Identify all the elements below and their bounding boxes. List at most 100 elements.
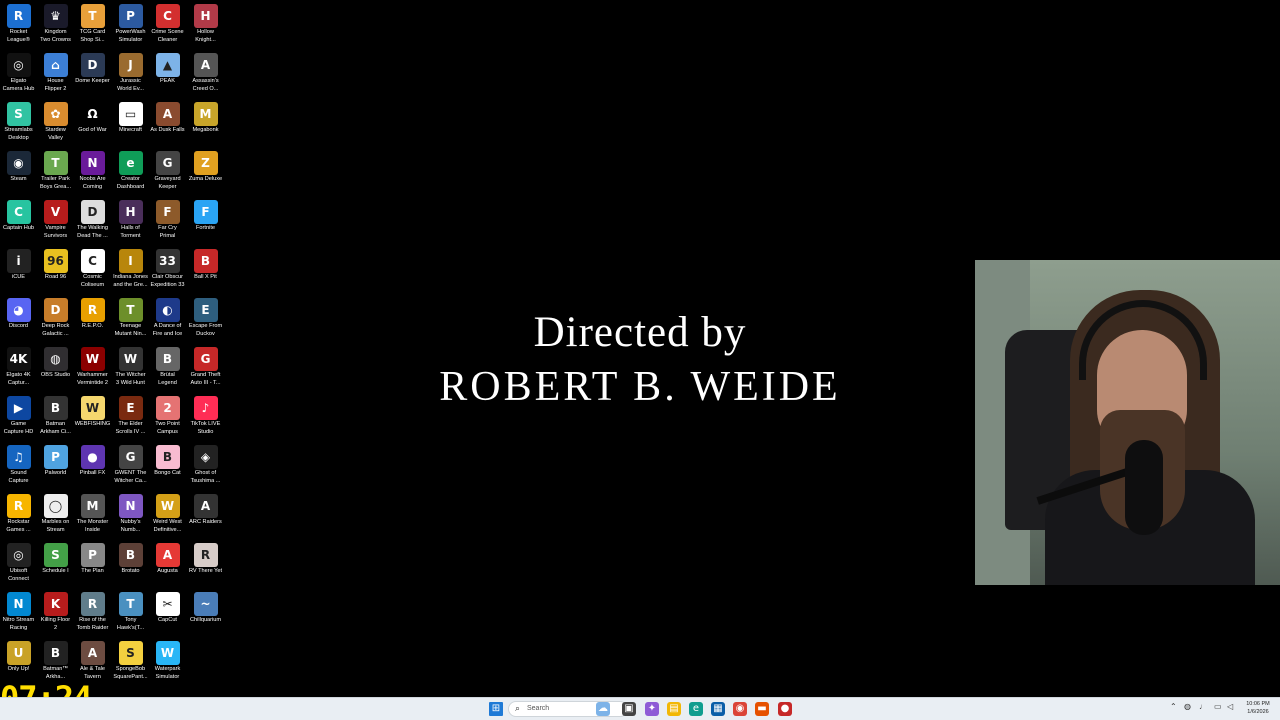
desktop-shortcut[interactable]: 2 Two Point Campus (149, 394, 186, 443)
desktop-shortcut[interactable]: 96 Road 96 (37, 247, 74, 296)
desktop-shortcut[interactable]: M The Monster Inside (74, 492, 111, 541)
file-explorer-icon[interactable]: ▤ (667, 702, 681, 716)
desktop-shortcut[interactable]: T TCG Card Shop Si... (74, 2, 111, 51)
volume-icon[interactable]: ◁ (1227, 702, 1233, 711)
desktop-shortcut[interactable]: Z Zuma Deluxe (187, 149, 224, 198)
desktop-shortcut[interactable]: 4K Elgato 4K Captur... (0, 345, 37, 394)
desktop-shortcut[interactable]: A Augusta (149, 541, 186, 590)
recording-app-icon[interactable]: ● (778, 702, 792, 716)
taskbar-clock[interactable]: 10:06 PM 1/6/2026 (1240, 700, 1276, 716)
desktop-shortcut[interactable]: S Schedule I (37, 541, 74, 590)
desktop-shortcut[interactable]: ♫ Sound Capture (0, 443, 37, 492)
desktop-shortcut[interactable]: V Vampire Survivors (37, 198, 74, 247)
desktop-shortcut[interactable]: ▭ Minecraft (112, 100, 149, 149)
desktop-shortcut[interactable]: R Rocket League® (0, 2, 37, 51)
desktop-shortcut[interactable]: C Cosmic Coliseum (74, 247, 111, 296)
desktop-shortcut[interactable]: ▶ Game Capture HD (0, 394, 37, 443)
desktop-shortcut[interactable]: S SpongeBob SquarePant... (112, 639, 149, 688)
desktop-shortcut[interactable]: W WEBFISHING (74, 394, 111, 443)
desktop-shortcut[interactable]: ◐ A Dance of Fire and Ice (149, 296, 186, 345)
chrome-browser-icon[interactable]: ◉ (733, 702, 747, 716)
desktop-shortcut[interactable]: ⌂ House Flipper 2 (37, 51, 74, 100)
weather-widget-icon[interactable]: ☁ (596, 702, 610, 716)
desktop-shortcut[interactable]: E Escape From Duckov (187, 296, 224, 345)
desktop-shortcut[interactable]: ◕ Discord (0, 296, 37, 345)
desktop-shortcut[interactable]: ▲ PEAK (149, 51, 186, 100)
desktop-shortcut[interactable]: 33 Clair Obscur Expedition 33 (149, 247, 186, 296)
desktop-shortcut[interactable]: M Megabonk (187, 100, 224, 149)
app-icon: M (193, 102, 218, 126)
desktop-shortcut[interactable]: H Halls of Torment (112, 198, 149, 247)
app-taskbar-icon[interactable]: ▬ (755, 702, 769, 716)
desktop-shortcut[interactable]: R Rockstar Games ... (0, 492, 37, 541)
desktop-shortcut[interactable]: ✿ Stardew Valley (37, 100, 74, 149)
desktop-shortcut[interactable]: K Killing Floor 2 (37, 590, 74, 639)
desktop-shortcut[interactable]: B Brütal Legend (149, 345, 186, 394)
task-view-icon[interactable]: ▣ (622, 702, 636, 716)
desktop-shortcut[interactable]: C Crime Scene Cleaner (149, 2, 186, 51)
desktop-shortcut[interactable]: N Nubby's Numb... (112, 492, 149, 541)
desktop-shortcut[interactable]: i iCUE (0, 247, 37, 296)
desktop-shortcut[interactable]: F Far Cry Primal (149, 198, 186, 247)
desktop-shortcut[interactable]: W Waterpark Simulator (149, 639, 186, 688)
desktop-shortcut[interactable]: ♪ TikTok LIVE Studio (187, 394, 224, 443)
microphone-tray-icon[interactable]: ♩ (1199, 702, 1207, 711)
desktop-shortcut[interactable]: W Warhammer Vermintide 2 (74, 345, 111, 394)
desktop-shortcut[interactable]: ✂ CapCut (149, 590, 186, 639)
desktop-shortcut[interactable]: E The Elder Scrolls IV ... (112, 394, 149, 443)
desktop-shortcut[interactable]: P The Plan (74, 541, 111, 590)
desktop-shortcut[interactable]: ~ Chillquarium (187, 590, 224, 639)
desktop-shortcut[interactable]: N Nitro Stream Racing (0, 590, 37, 639)
desktop-shortcut[interactable]: ♛ Kingdom Two Crowns (37, 2, 74, 51)
desktop-shortcut[interactable]: W The Witcher 3 Wild Hunt (112, 345, 149, 394)
desktop-shortcut[interactable]: F Fortnite (187, 198, 224, 247)
desktop-shortcut[interactable]: D Deep Rock Galactic ... (37, 296, 74, 345)
desktop-shortcut[interactable]: B Ball X Pit (187, 247, 224, 296)
desktop-shortcut[interactable]: ◯ Marbles on Stream (37, 492, 74, 541)
taskbar-search-input[interactable]: ⌕ Search (508, 701, 628, 717)
desktop-shortcut[interactable]: ◈ Ghost of Tsushima ... (187, 443, 224, 492)
desktop-shortcut[interactable]: Ω God of War (74, 100, 111, 149)
chevron-up-icon[interactable]: ⌃ (1170, 702, 1177, 711)
desktop-shortcut[interactable]: S Streamlabs Desktop (0, 100, 37, 149)
desktop-shortcut[interactable]: ● Pinball FX (74, 443, 111, 492)
desktop-shortcut[interactable]: A As Dusk Falls (149, 100, 186, 149)
desktop-shortcut[interactable]: G Grand Theft Auto III - T... (187, 345, 224, 394)
desktop-shortcut[interactable]: H Hollow Knight... (187, 2, 224, 51)
desktop-shortcut[interactable]: T Tony Hawk's(T... (112, 590, 149, 639)
edge-browser-icon[interactable]: e (689, 702, 703, 716)
desktop-shortcut[interactable]: A ARC Raiders (187, 492, 224, 541)
tray-app-icon[interactable]: ◍ (1184, 702, 1191, 711)
desktop-shortcut[interactable]: T Teenage Mutant Nin... (112, 296, 149, 345)
desktop-shortcut[interactable]: W Weird West Definitive... (149, 492, 186, 541)
desktop-shortcut[interactable]: D Dome Keeper (74, 51, 111, 100)
desktop-shortcut[interactable]: B Bongo Cat (149, 443, 186, 492)
desktop-shortcut[interactable]: J Jurassic World Ev... (112, 51, 149, 100)
desktop-shortcut[interactable]: G Graveyard Keeper (149, 149, 186, 198)
app-icon: ◍ (43, 347, 68, 371)
desktop-shortcut[interactable]: ◍ OBS Studio (37, 345, 74, 394)
desktop-shortcut[interactable]: N Noobs Are Coming (74, 149, 111, 198)
desktop-shortcut[interactable]: P Palworld (37, 443, 74, 492)
windows-start-button[interactable]: ⊞ (489, 702, 503, 716)
microsoft-store-icon[interactable]: ▦ (711, 702, 725, 716)
desktop-shortcut[interactable]: T Trailer Park Boys Grea... (37, 149, 74, 198)
copilot-icon[interactable]: ✦ (645, 702, 659, 716)
desktop-shortcut[interactable]: ◉ Steam (0, 149, 37, 198)
desktop-shortcut[interactable]: e Creator Dashboard (112, 149, 149, 198)
desktop-shortcut[interactable]: ◎ Elgato Camera Hub (0, 51, 37, 100)
desktop-shortcut[interactable]: R Rise of the Tomb Raider (74, 590, 111, 639)
desktop-shortcut[interactable]: A Assassin's Creed O... (187, 51, 224, 100)
desktop-shortcut[interactable]: R R.E.P.O. (74, 296, 111, 345)
desktop-shortcut[interactable]: B Brotato (112, 541, 149, 590)
desktop-shortcut[interactable]: G GWENT The Witcher Ca... (112, 443, 149, 492)
desktop-shortcut[interactable]: I Indiana Jones and the Gre... (112, 247, 149, 296)
desktop-shortcut[interactable]: C Captain Hub (0, 198, 37, 247)
desktop-shortcut[interactable]: ◎ Ubisoft Connect (0, 541, 37, 590)
desktop-shortcut[interactable]: D The Walking Dead The ... (74, 198, 111, 247)
network-icon[interactable]: ▭ (1214, 702, 1222, 711)
desktop-shortcut[interactable]: R RV There Yet (187, 541, 224, 590)
desktop-shortcut[interactable]: B Batman Arkham Ci... (37, 394, 74, 443)
desktop-shortcut-label: Crime Scene Cleaner (151, 29, 184, 43)
desktop-shortcut[interactable]: P PowerWash Simulator (112, 2, 149, 51)
